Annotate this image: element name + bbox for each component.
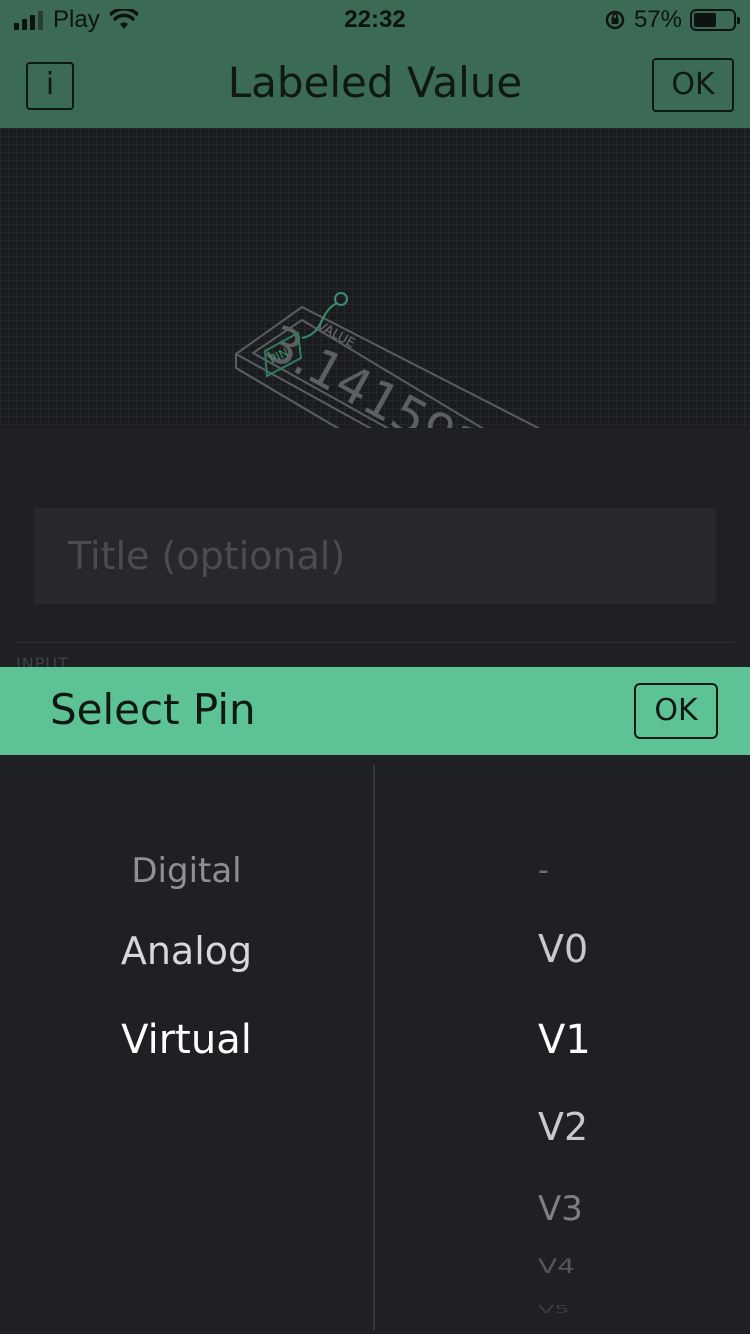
- status-bar: Play 22:32 57%: [0, 0, 750, 40]
- pin-option-v5[interactable]: V5: [375, 1303, 750, 1316]
- pin-option-none[interactable]: -: [375, 853, 750, 888]
- battery-fill: [694, 13, 716, 27]
- value-text: 3.1415926: [256, 314, 521, 428]
- pin-option-v1[interactable]: V1: [375, 1017, 750, 1063]
- pin-option-v2[interactable]: V2: [375, 1105, 750, 1149]
- widget-preview: VALUE 3.1415926 PIN: [0, 128, 750, 428]
- labeled-value-illustration: VALUE 3.1415926 PIN: [235, 292, 541, 428]
- title-input[interactable]: Title (optional): [34, 508, 716, 604]
- pin-type-digital[interactable]: Digital: [0, 851, 373, 891]
- screen: Play 22:32 57% i Labeled Value OK VALUE …: [0, 0, 750, 1334]
- pin-selector-title: Select Pin: [50, 685, 256, 734]
- pin-picker: Digital Analog Virtual - V0 V1 V2 V3 V4 …: [0, 755, 750, 1334]
- pin-option-v3[interactable]: V3: [375, 1189, 750, 1229]
- pin-option-v4[interactable]: V4: [375, 1255, 750, 1278]
- pin-selector-ok-button[interactable]: OK: [634, 683, 718, 739]
- ok-button[interactable]: OK: [652, 58, 734, 112]
- pin-type-virtual[interactable]: Virtual: [0, 1017, 373, 1063]
- battery-icon: [690, 9, 740, 31]
- pin-selector-header: Select Pin OK: [0, 667, 750, 755]
- pin-option-v0[interactable]: V0: [375, 927, 750, 971]
- pin-type-analog[interactable]: Analog: [0, 929, 373, 973]
- orientation-lock-icon: [605, 10, 625, 30]
- divider: [16, 642, 734, 643]
- page-title: Labeled Value: [227, 58, 523, 107]
- battery-percent: 57%: [633, 6, 682, 33]
- status-right: 57%: [604, 6, 740, 34]
- header: i Labeled Value OK: [0, 40, 750, 128]
